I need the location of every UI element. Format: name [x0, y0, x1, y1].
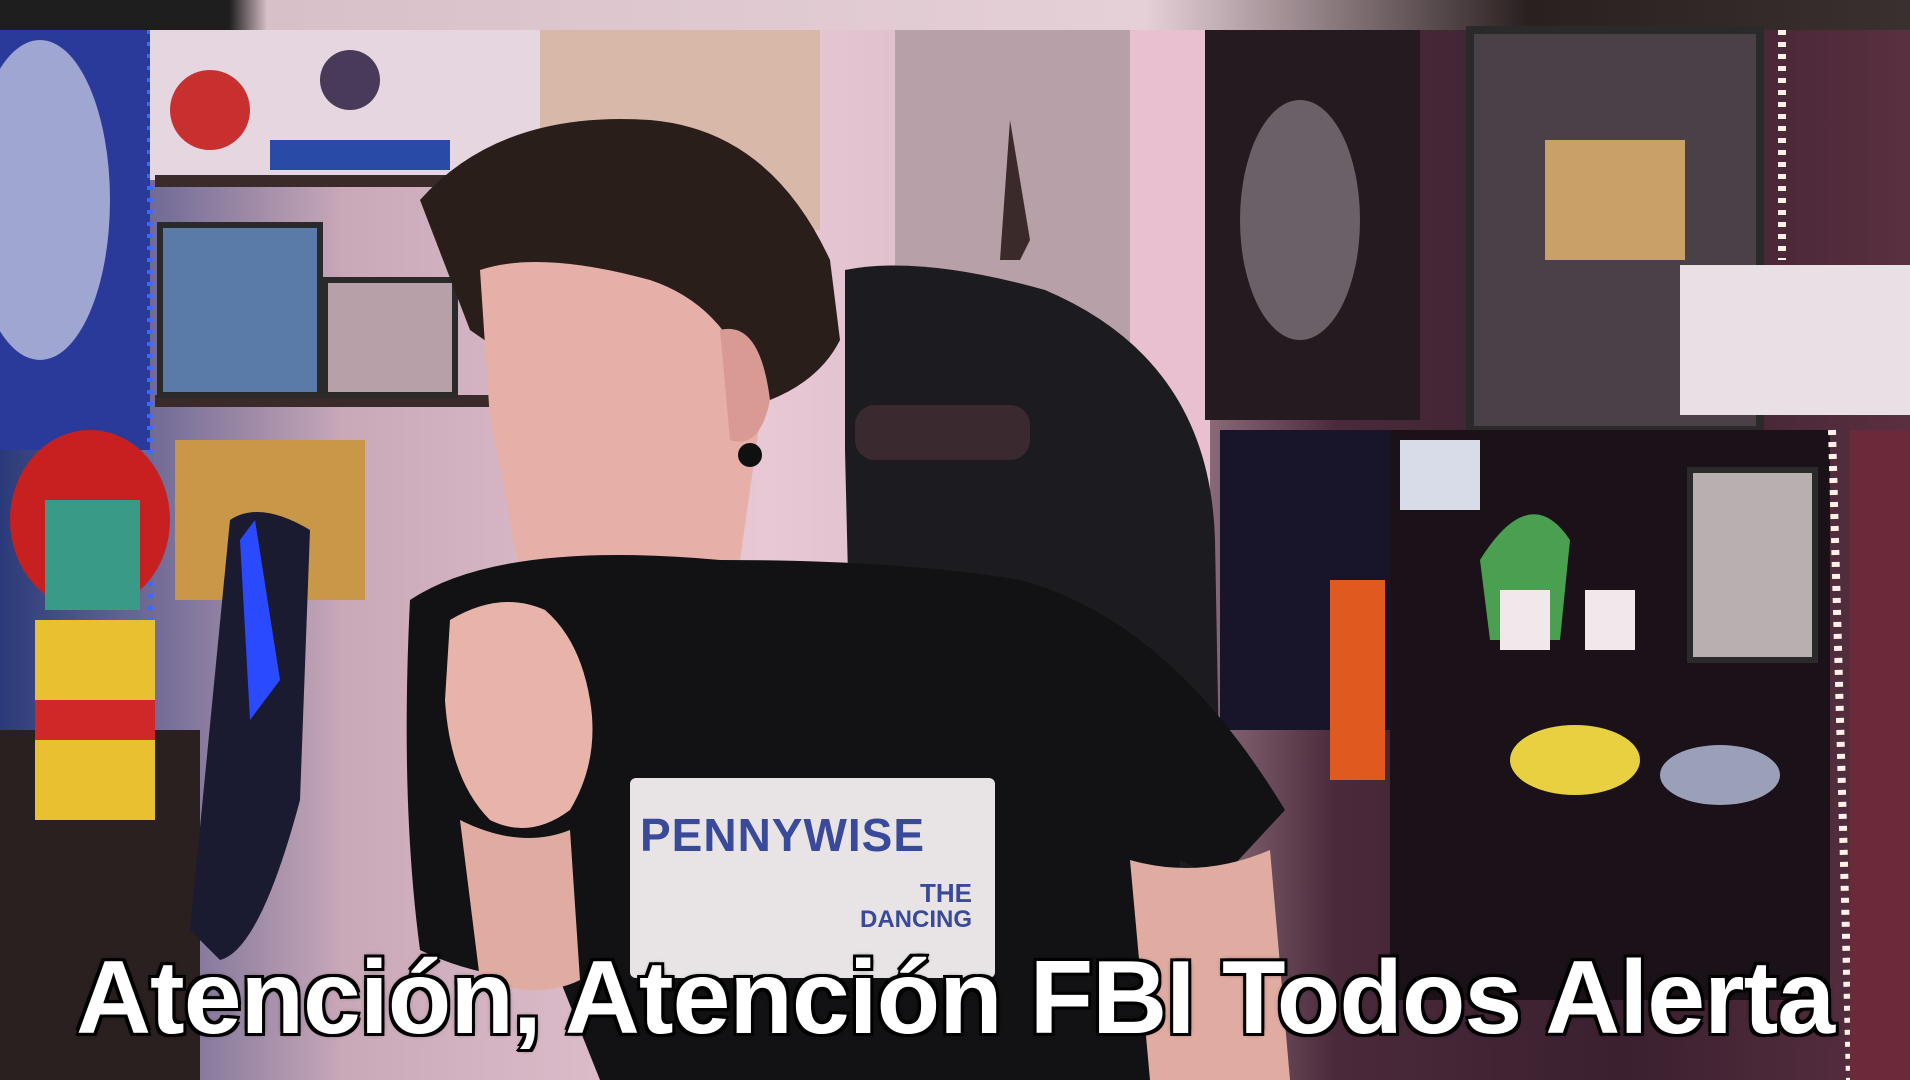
chair-headrest	[855, 405, 1030, 460]
orange-item	[1330, 580, 1385, 780]
yellow-cap	[1510, 725, 1640, 795]
white-sign	[1680, 265, 1910, 415]
shirt-print-line1: THE	[920, 878, 972, 908]
mug-2	[1585, 590, 1635, 650]
earring	[738, 443, 762, 467]
framed-photo-2	[322, 277, 458, 398]
meme-caption: Atención, Atención FBI Todos Alerta	[74, 938, 1837, 1058]
godfather-figure	[1240, 100, 1360, 340]
figurine-red	[170, 70, 250, 150]
clown-face	[45, 500, 140, 610]
grey-cap	[1660, 745, 1780, 805]
clown-stripe	[35, 700, 155, 740]
small-photo	[1400, 440, 1480, 510]
shirt-print-line2: DANCING	[860, 906, 972, 933]
mug-1	[1500, 590, 1550, 650]
play-button-award	[1545, 140, 1685, 260]
video-frame: PENNYWISE THE DANCING Atención, Atención…	[0, 0, 1910, 1080]
framed-photo-1	[157, 222, 323, 398]
figurine-dark	[320, 50, 380, 110]
blue-lit-item	[270, 140, 450, 170]
shirt-print-title: PENNYWISE	[640, 809, 926, 861]
framed-portrait	[1687, 467, 1818, 663]
